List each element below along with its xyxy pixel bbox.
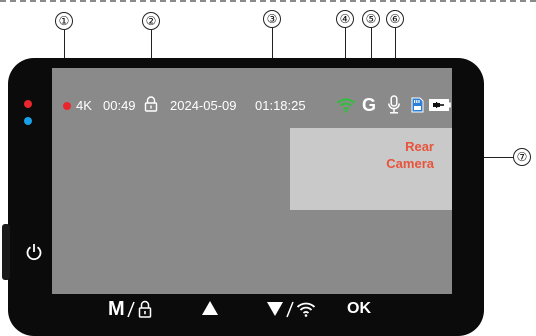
top-dashed-border xyxy=(0,0,536,2)
power-icon[interactable] xyxy=(24,242,44,262)
recording-dot-icon xyxy=(63,102,71,110)
rear-camera-preview: Rear Camera xyxy=(290,128,452,210)
wifi-icon xyxy=(336,98,356,113)
sd-card-icon xyxy=(411,97,424,113)
red-led-icon xyxy=(24,100,32,108)
time-label: 01:18:25 xyxy=(255,97,306,113)
down-arrow-icon xyxy=(267,302,283,316)
gps-label: G xyxy=(362,94,377,115)
callout-4: ④ xyxy=(336,10,354,28)
rear-camera-label-line1: Rear xyxy=(405,139,434,154)
mode-label: M xyxy=(108,297,125,320)
battery-icon xyxy=(429,99,451,111)
callout-5: ⑤ xyxy=(362,10,380,28)
lock-icon xyxy=(138,300,151,318)
recording-time: 00:49 xyxy=(103,97,136,113)
callout-6: ⑥ xyxy=(386,10,404,28)
microphone-icon xyxy=(388,95,400,114)
wifi-icon xyxy=(296,302,316,317)
callout-7: ⑦ xyxy=(513,148,531,166)
slash-divider-icon xyxy=(286,301,294,318)
callout-3: ③ xyxy=(263,10,281,28)
mode-lock-button[interactable]: M xyxy=(108,296,153,322)
slash-divider-icon xyxy=(126,301,135,318)
resolution-label: 4K xyxy=(76,97,92,113)
rear-camera-label-line2: Camera xyxy=(386,156,434,171)
ok-button[interactable]: OK xyxy=(347,296,371,322)
side-button[interactable] xyxy=(2,224,10,280)
callout-2: ② xyxy=(142,12,160,30)
callout-1: ① xyxy=(55,12,73,30)
lock-icon xyxy=(144,96,158,112)
date-label: 2024-05-09 xyxy=(170,97,237,113)
blue-led-icon xyxy=(24,117,32,125)
down-wifi-button[interactable] xyxy=(266,296,316,322)
up-arrow-icon[interactable] xyxy=(201,300,219,316)
